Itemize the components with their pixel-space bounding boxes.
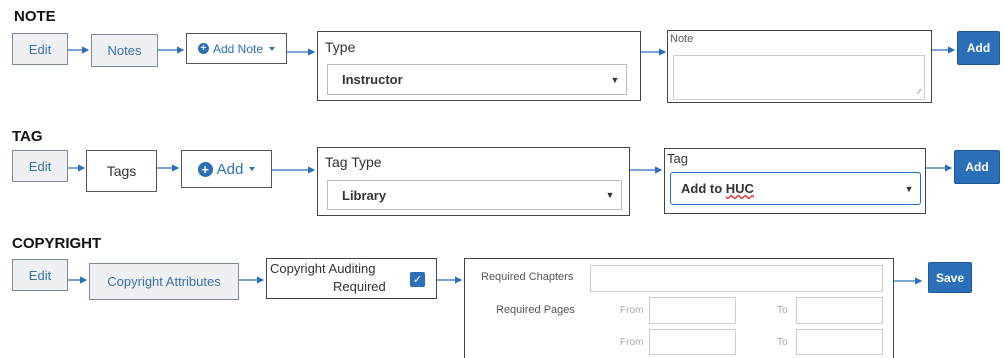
tag-type-panel: Tag Type Library ▼ xyxy=(317,147,630,216)
auditing-label-line1: Copyright Auditing xyxy=(270,261,376,276)
caret-down-icon xyxy=(249,167,256,171)
caret-down-icon: ▼ xyxy=(904,183,914,194)
add-tag-dropdown[interactable]: + Add xyxy=(181,150,272,188)
caret-down-icon xyxy=(269,46,276,51)
pages-to-input-2[interactable] xyxy=(796,329,883,355)
tag-section-title: TAG xyxy=(12,128,43,145)
copyright-save-button[interactable]: Save xyxy=(928,262,972,293)
auditing-label-line2: Required xyxy=(333,279,386,294)
caret-down-icon: ▼ xyxy=(610,74,620,85)
required-pages-label: Required Pages xyxy=(496,304,575,316)
pages-from-input-1[interactable] xyxy=(649,297,736,324)
note-edit-button[interactable]: Edit xyxy=(12,33,68,65)
tag-value-panel: Tag Add to HUC ▼ xyxy=(664,148,926,214)
plus-circle-icon: + xyxy=(197,43,209,54)
add-note-dropdown[interactable]: + Add Note xyxy=(186,33,287,64)
copyright-section-title: COPYRIGHT xyxy=(12,235,102,252)
type-select[interactable]: Instructor ▼ xyxy=(327,64,627,95)
pages-to-input-1[interactable] xyxy=(796,297,883,324)
to-label: To xyxy=(777,305,788,316)
resize-handle-icon[interactable]: ∕∕ xyxy=(918,87,921,96)
note-text-panel: Note ∕∕ xyxy=(667,30,932,103)
note-label: Note xyxy=(670,33,694,45)
required-chapters-label: Required Chapters xyxy=(481,271,574,283)
type-label: Type xyxy=(325,39,356,55)
from-label: From xyxy=(620,337,644,348)
to-label: To xyxy=(777,337,788,348)
tag-add-button[interactable]: Add xyxy=(954,150,1000,184)
tag-type-label: Tag Type xyxy=(325,154,382,170)
auditing-checkbox[interactable]: ✓ xyxy=(410,272,425,287)
type-select-value: Instructor xyxy=(342,72,403,87)
tag-label: Tag xyxy=(667,151,688,166)
note-add-button[interactable]: Add xyxy=(957,31,1000,65)
required-chapters-input[interactable] xyxy=(590,265,883,292)
add-tag-label: Add xyxy=(216,160,244,178)
note-section-title: NOTE xyxy=(14,8,56,25)
from-label: From xyxy=(620,305,644,316)
copyright-attributes-button[interactable]: Copyright Attributes xyxy=(89,263,239,300)
plus-circle-icon: + xyxy=(197,161,213,177)
note-type-panel: Type Instructor ▼ xyxy=(317,31,641,101)
caret-down-icon: ▼ xyxy=(605,190,615,200)
add-note-label: Add Note xyxy=(212,41,264,56)
tag-select[interactable]: Add to HUC ▼ xyxy=(670,172,921,205)
pages-from-input-2[interactable] xyxy=(649,329,736,355)
tag-edit-button[interactable]: Edit xyxy=(12,150,68,182)
note-textarea[interactable] xyxy=(673,55,925,100)
tag-select-value: Add to HUC xyxy=(681,181,754,196)
tags-button[interactable]: Tags xyxy=(86,150,157,192)
copyright-edit-button[interactable]: Edit xyxy=(12,259,68,291)
tag-type-select[interactable]: Library ▼ xyxy=(327,180,622,210)
copyright-requirements-panel: Required Chapters Required Pages From To… xyxy=(464,258,894,358)
tag-type-select-value: Library xyxy=(342,187,387,203)
copyright-auditing-panel: Copyright Auditing Required ✓ xyxy=(266,258,437,299)
notes-button[interactable]: Notes xyxy=(91,34,158,67)
